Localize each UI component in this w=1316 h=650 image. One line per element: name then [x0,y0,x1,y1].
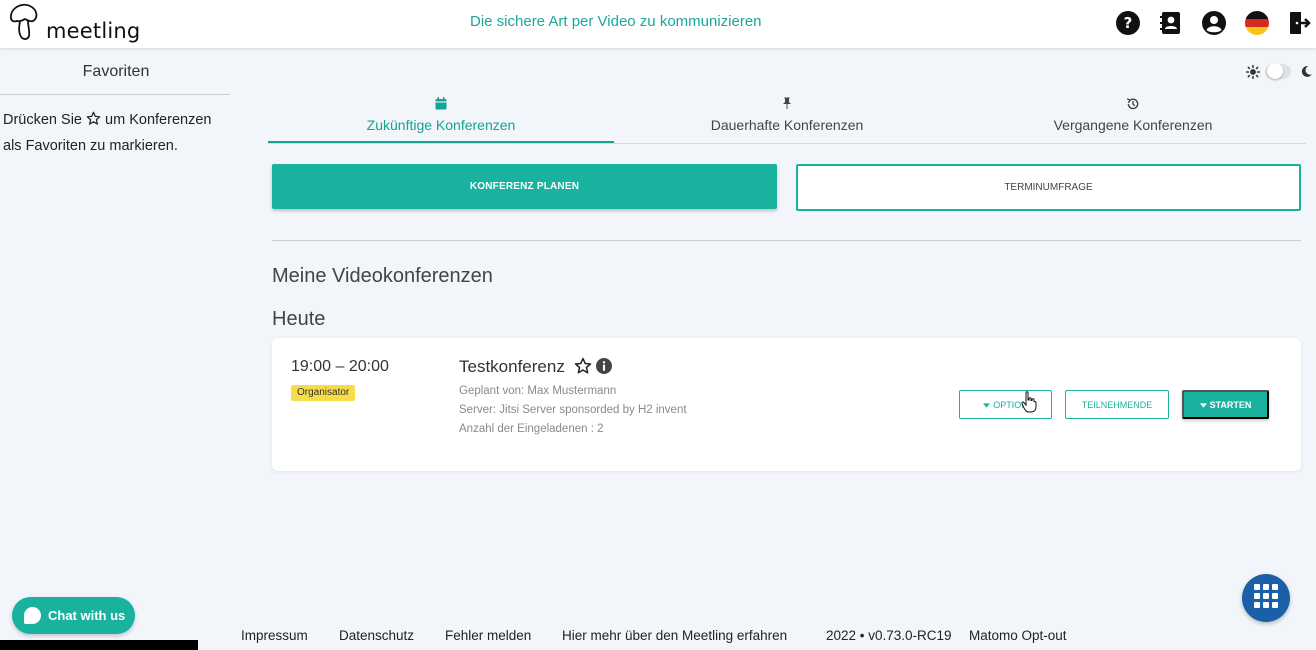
my-conferences-heading: Meine Videokonferenzen [272,265,493,287]
toggle-knob[interactable] [1267,63,1283,79]
tab-past-conferences[interactable]: Vergangene Konferenzen [960,95,1306,143]
german-flag-icon[interactable] [1244,10,1270,36]
account-icon[interactable] [1201,10,1227,36]
tab-permanent-conferences[interactable]: Dauerhafte Konferenzen [614,95,960,143]
server-info: Server: Jitsi Server sponsorded by H2 in… [459,404,687,416]
conference-title: Testkonferenz [459,357,565,376]
footer-privacy-link[interactable]: Datenschutz [339,628,414,643]
chat-label: Chat with us [48,608,126,623]
info-icon[interactable] [596,358,612,379]
plan-conference-button[interactable]: KONFERENZ PLANEN [272,164,777,209]
pin-icon [614,97,960,117]
organizer-badge: Organisator [291,385,356,401]
start-label: STARTEN [1209,399,1252,410]
grid-icon [1253,583,1279,614]
favorites-hint-part1: Drücken Sie [3,112,82,128]
tagline: Die sichere Art per Video zu kommunizier… [470,13,762,30]
tab-past-label: Vergangene Konferenzen [1053,117,1213,133]
star-outline-icon [86,110,101,134]
calendar-icon [268,97,614,117]
tab-future-conferences[interactable]: Zukünftige Konferenzen [268,95,614,143]
mushroom-logo-icon [10,3,38,40]
favorites-title: Favoriten [82,63,150,80]
footer-matomo-optout-link[interactable]: Matomo Opt-out [969,628,1067,643]
footer-about-link[interactable]: Hier mehr über den Meetling erfahren [562,628,787,643]
hand-cursor-icon [1021,391,1037,418]
sun-icon [1246,65,1260,79]
favorites-hint: Drücken Sie um Konferenzen als Favoriten… [3,108,229,158]
logo-text: meetling [46,19,141,43]
conference-time: 19:00 – 20:00 [291,358,389,375]
apps-grid-button[interactable] [1242,574,1290,622]
svg-text:?: ? [1124,14,1133,32]
top-navbar: meetling Die sichere Art per Video zu ko… [0,0,1316,48]
footer-impressum-link[interactable]: Impressum [241,628,308,643]
tab-future-label: Zukünftige Konferenzen [366,117,516,133]
invited-count: Anzahl der Eingeladenen : 2 [459,423,604,435]
black-bar [0,640,198,650]
chat-bubble-icon [24,607,41,624]
options-dropdown-button[interactable]: OPTION [959,390,1052,419]
footer-version: 2022 • v0.73.0-RC19 [826,628,952,643]
theme-toggle[interactable] [1245,63,1313,81]
meetling-logo[interactable]: meetling [8,2,140,44]
section-divider [272,240,1301,241]
conference-card: 19:00 – 20:00 Organisator Testkonferenz … [272,338,1301,471]
contacts-icon[interactable] [1158,10,1184,36]
scheduling-poll-button[interactable]: TERMINUMFRAGE [796,164,1301,211]
moon-icon [1301,66,1312,77]
favorites-divider [0,94,230,95]
today-heading: Heute [272,308,326,330]
caret-down-icon [983,400,991,410]
chat-with-us-button[interactable]: Chat with us [12,597,135,634]
caret-down-icon [1199,400,1207,410]
participants-button[interactable]: TEILNEHMENDE [1065,390,1169,419]
help-icon[interactable]: ? [1115,10,1141,36]
start-dropdown-button[interactable]: STARTEN [1182,390,1269,419]
planned-by: Geplant von: Max Mustermann [459,385,617,397]
favorite-star-icon[interactable] [574,357,592,380]
history-icon [960,97,1306,117]
favorites-sidebar: Favoriten Drücken Sie um Konferenzen als… [0,48,232,650]
footer-report-bug-link[interactable]: Fehler melden [445,628,531,643]
conference-tabs: Zukünftige Konferenzen Dauerhafte Konfer… [268,95,1306,144]
tab-permanent-label: Dauerhafte Konferenzen [710,117,864,133]
logout-icon[interactable] [1286,10,1312,36]
